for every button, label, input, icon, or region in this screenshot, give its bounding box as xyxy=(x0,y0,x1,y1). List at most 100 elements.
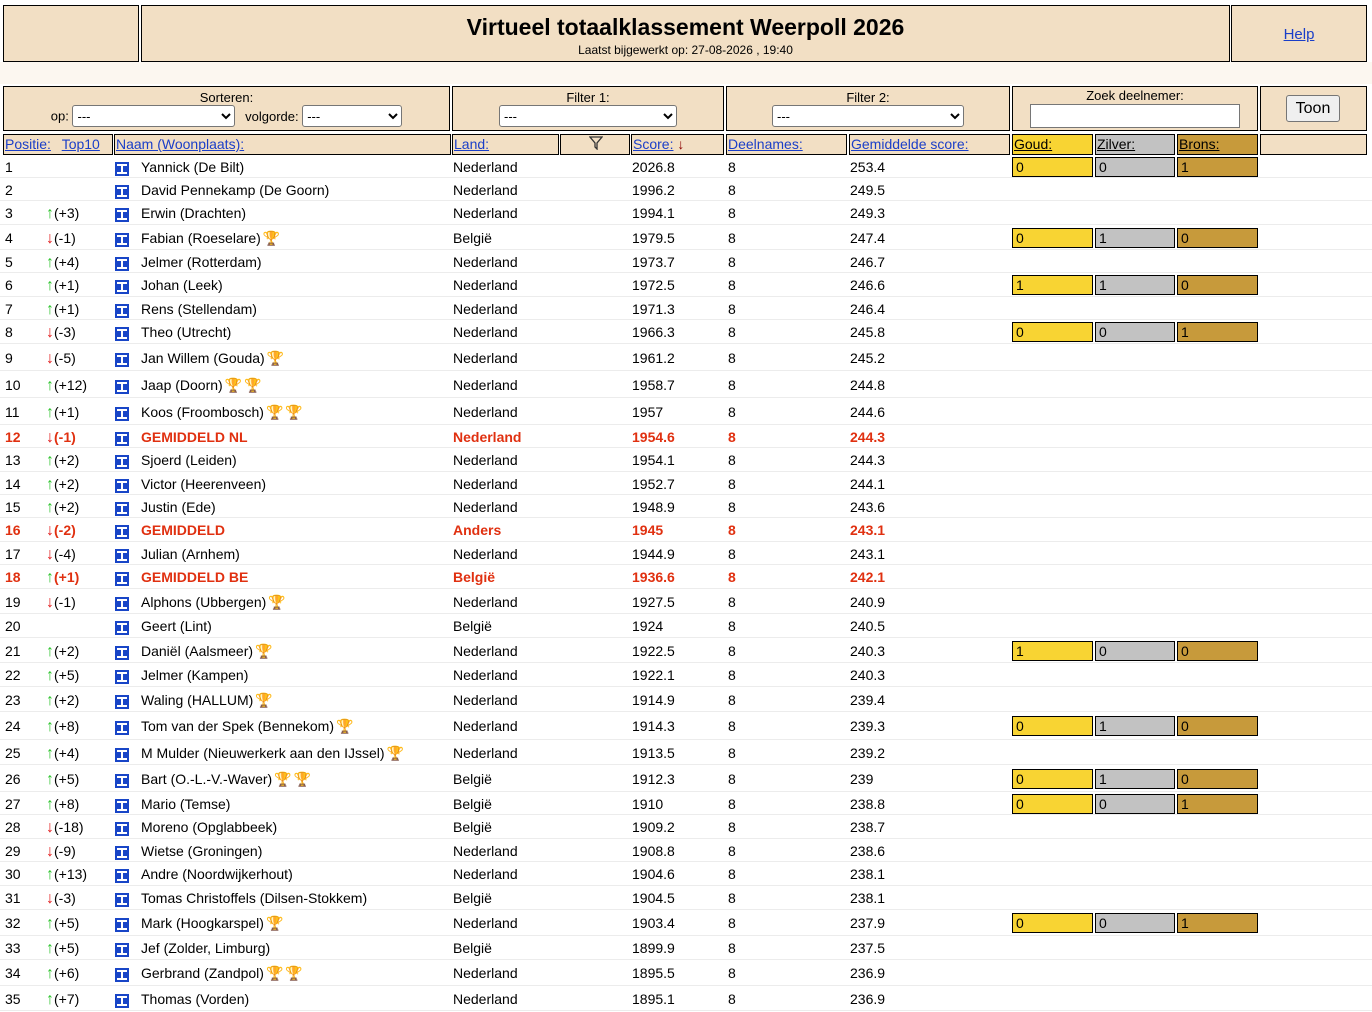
silver-trophy-icon: 🏆 xyxy=(265,915,284,931)
sort-brons-link[interactable]: Brons: xyxy=(1179,136,1219,152)
position-cell: 16 xyxy=(5,522,21,538)
table-row: 12 ↓(-1) GEMIDDELD NL Nederland 1954.6 8 244.3 xyxy=(0,425,1372,448)
sort-deelnames-link[interactable]: Deelnames: xyxy=(728,136,803,152)
trend-cell: ↓(-4) xyxy=(46,546,76,564)
profile-icon[interactable] xyxy=(115,721,129,738)
profile-icon[interactable] xyxy=(115,185,129,202)
profile-icon[interactable] xyxy=(115,327,129,344)
sort-zilver-link[interactable]: Zilver: xyxy=(1097,136,1135,152)
trend-cell: ↑(+2) xyxy=(46,643,79,661)
profile-icon[interactable] xyxy=(115,353,129,370)
search-input[interactable] xyxy=(1030,104,1240,128)
profile-icon[interactable] xyxy=(115,432,129,449)
sort-gemiddelde-link[interactable]: Gemiddelde score: xyxy=(851,136,969,152)
average-score-cell: 240.3 xyxy=(850,643,886,659)
profile-icon[interactable] xyxy=(115,380,129,397)
profile-icon[interactable] xyxy=(115,455,129,472)
help-link[interactable]: Help xyxy=(1232,26,1366,43)
profile-icon[interactable] xyxy=(115,994,129,1011)
participations-cell: 8 xyxy=(728,254,736,270)
profile-icon[interactable] xyxy=(115,280,129,297)
bronze-trophy-icon: 🏆 xyxy=(255,692,273,708)
profile-icon[interactable] xyxy=(115,846,129,863)
profile-icon[interactable] xyxy=(115,774,129,791)
profile-icon[interactable] xyxy=(115,549,129,566)
bronze-medal-count: 0 xyxy=(1177,641,1258,661)
participations-cell: 8 xyxy=(728,618,736,634)
profile-icon[interactable] xyxy=(115,162,129,179)
sort-top10-link[interactable]: Top10 xyxy=(62,136,100,152)
score-cell: 1910 xyxy=(632,796,664,812)
bronze-medal-count: 1 xyxy=(1177,322,1258,342)
arrow-up-icon: ↑ xyxy=(46,643,54,660)
profile-icon[interactable] xyxy=(115,670,129,687)
participant-name-text: GEMIDDELD NL xyxy=(141,429,248,445)
filter1-select[interactable]: --- xyxy=(499,105,677,127)
filter2-select[interactable]: --- xyxy=(772,105,964,127)
profile-icon[interactable] xyxy=(115,893,129,910)
country-cell: Nederland xyxy=(453,499,518,515)
profile-icon[interactable] xyxy=(115,621,129,638)
trend-cell: ↓(-3) xyxy=(46,324,76,342)
country-cell: Nederland xyxy=(453,377,518,393)
sort-positie-link[interactable]: Positie: xyxy=(5,136,51,152)
sort-naam-link[interactable]: Naam (Woonplaats): xyxy=(116,136,244,152)
profile-icon[interactable] xyxy=(115,748,129,765)
filter-icon[interactable] xyxy=(588,136,603,155)
position-cell: 23 xyxy=(5,692,21,708)
country-cell: Nederland xyxy=(453,991,518,1007)
table-row: 24 ↑(+8) Tom van der Spek (Bennekom) 🏆 Neder… xyxy=(0,712,1372,740)
profile-icon[interactable] xyxy=(115,695,129,712)
profile-icon[interactable] xyxy=(115,943,129,960)
profile-icon[interactable] xyxy=(115,407,129,424)
profile-icon[interactable] xyxy=(115,208,129,225)
arrow-up-icon: ↑ xyxy=(46,692,54,709)
arrow-up-icon: ↑ xyxy=(46,452,54,469)
average-score-cell: 240.9 xyxy=(850,594,886,610)
profile-icon[interactable] xyxy=(115,525,129,542)
average-score-cell: 244.3 xyxy=(850,452,886,468)
profile-icon[interactable] xyxy=(115,822,129,839)
profile-icon[interactable] xyxy=(115,233,129,250)
participations-cell: 8 xyxy=(728,915,736,931)
participations-cell: 8 xyxy=(728,452,736,468)
position-cell: 9 xyxy=(5,350,13,366)
score-cell: 1961.2 xyxy=(632,350,675,366)
trend-cell: ↑(+5) xyxy=(46,915,79,933)
participant-name: Julian (Arnhem) xyxy=(141,546,240,562)
profile-icon[interactable] xyxy=(115,918,129,935)
page-title: Virtueel totaalklassement Weerpoll 2026 xyxy=(466,14,905,40)
position-cell: 13 xyxy=(5,452,21,468)
profile-icon[interactable] xyxy=(115,502,129,519)
show-button[interactable]: Toon xyxy=(1286,95,1340,122)
profile-icon[interactable] xyxy=(115,479,129,496)
country-cell: Nederland xyxy=(453,594,518,610)
position-cell: 7 xyxy=(5,301,13,317)
sort-order-select[interactable]: --- xyxy=(302,105,403,127)
average-score-cell: 244.1 xyxy=(850,476,886,492)
profile-icon[interactable] xyxy=(115,646,129,663)
country-cell: Nederland xyxy=(453,159,518,175)
profile-icon[interactable] xyxy=(115,304,129,321)
arrow-down-icon: ↓ xyxy=(46,230,54,247)
sort-goud-link[interactable]: Goud: xyxy=(1014,136,1052,152)
participations-cell: 8 xyxy=(728,866,736,882)
profile-icon[interactable] xyxy=(115,572,129,589)
participant-name-text: Tomas Christoffels (Dilsen-Stokkem) xyxy=(141,890,368,906)
profile-icon[interactable] xyxy=(115,799,129,816)
col-score: Score: ↓ xyxy=(631,134,724,155)
sort-field-select[interactable]: --- xyxy=(72,105,236,127)
silver-medal-count: 1 xyxy=(1095,275,1175,295)
participant-name: Theo (Utrecht) xyxy=(141,324,231,340)
position-cell: 12 xyxy=(5,429,21,445)
average-score-cell: 240.5 xyxy=(850,618,886,634)
profile-icon[interactable] xyxy=(115,869,129,886)
profile-icon[interactable] xyxy=(115,968,129,985)
trend-cell: ↑(+4) xyxy=(46,745,79,763)
score-cell: 1936.6 xyxy=(632,569,675,585)
table-row: 19 ↓(-1) Alphons (Ubbergen) 🏆 Nederland 1927.… xyxy=(0,589,1372,614)
profile-icon[interactable] xyxy=(115,257,129,274)
profile-icon[interactable] xyxy=(115,597,129,614)
sort-land-link[interactable]: Land: xyxy=(454,136,489,152)
sort-score-link[interactable]: Score: xyxy=(633,136,673,152)
